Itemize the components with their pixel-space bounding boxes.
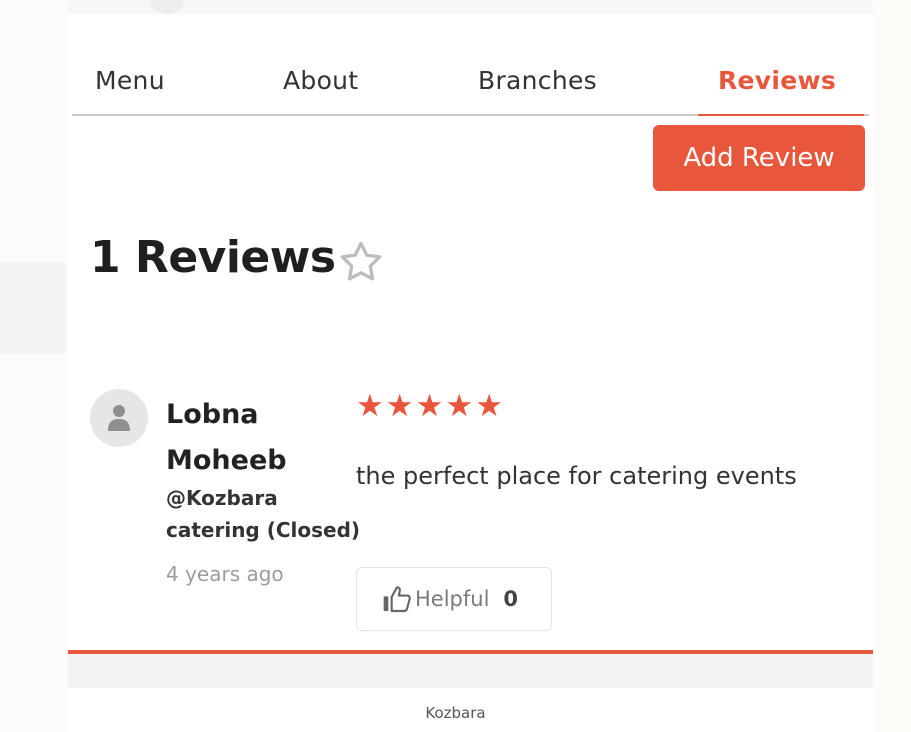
background-avatar-shape (150, 0, 184, 14)
rating-stars: ★ ★ ★ ★ ★ (356, 389, 503, 423)
helpful-label: Helpful (415, 587, 490, 611)
background-underlay (68, 654, 873, 688)
star-filled-icon: ★ (415, 388, 444, 424)
background-right-strip (873, 0, 911, 732)
background-top-bar (0, 0, 911, 14)
star-filled-icon: ★ (385, 388, 414, 424)
tab-branches[interactable]: Branches (478, 66, 597, 95)
tab-bar: Menu About Branches Reviews (72, 62, 869, 116)
star-filled-icon: ★ (475, 388, 503, 424)
reviews-count-heading: 1 Reviews (90, 232, 336, 283)
user-icon (108, 405, 130, 431)
reviewer-name: Lobna Moheeb (166, 399, 287, 476)
star-filled-icon: ★ (445, 388, 474, 424)
star-outline-icon (340, 241, 382, 281)
image-caption: Kozbara (425, 704, 486, 722)
active-tab-indicator (698, 114, 864, 116)
review-text: the perfect place for catering events (356, 462, 797, 490)
avatar (90, 389, 148, 447)
tab-about[interactable]: About (283, 66, 358, 95)
helpful-button[interactable]: Helpful 0 (356, 567, 552, 631)
star-filled-icon: ★ (356, 388, 384, 424)
add-review-button[interactable]: Add Review (653, 125, 865, 191)
tab-reviews[interactable]: Reviews (718, 66, 836, 95)
reviewer-branch: @Kozbara catering (Closed) (166, 486, 361, 542)
background-left-strip (0, 0, 68, 732)
helpful-count: 0 (503, 587, 519, 611)
thumbs-up-icon (383, 586, 411, 613)
tab-menu[interactable]: Menu (95, 66, 165, 95)
reviews-card: Menu About Branches Reviews Add Review 1… (68, 14, 873, 688)
background-block (0, 262, 66, 354)
review-timestamp: 4 years ago (166, 562, 284, 586)
